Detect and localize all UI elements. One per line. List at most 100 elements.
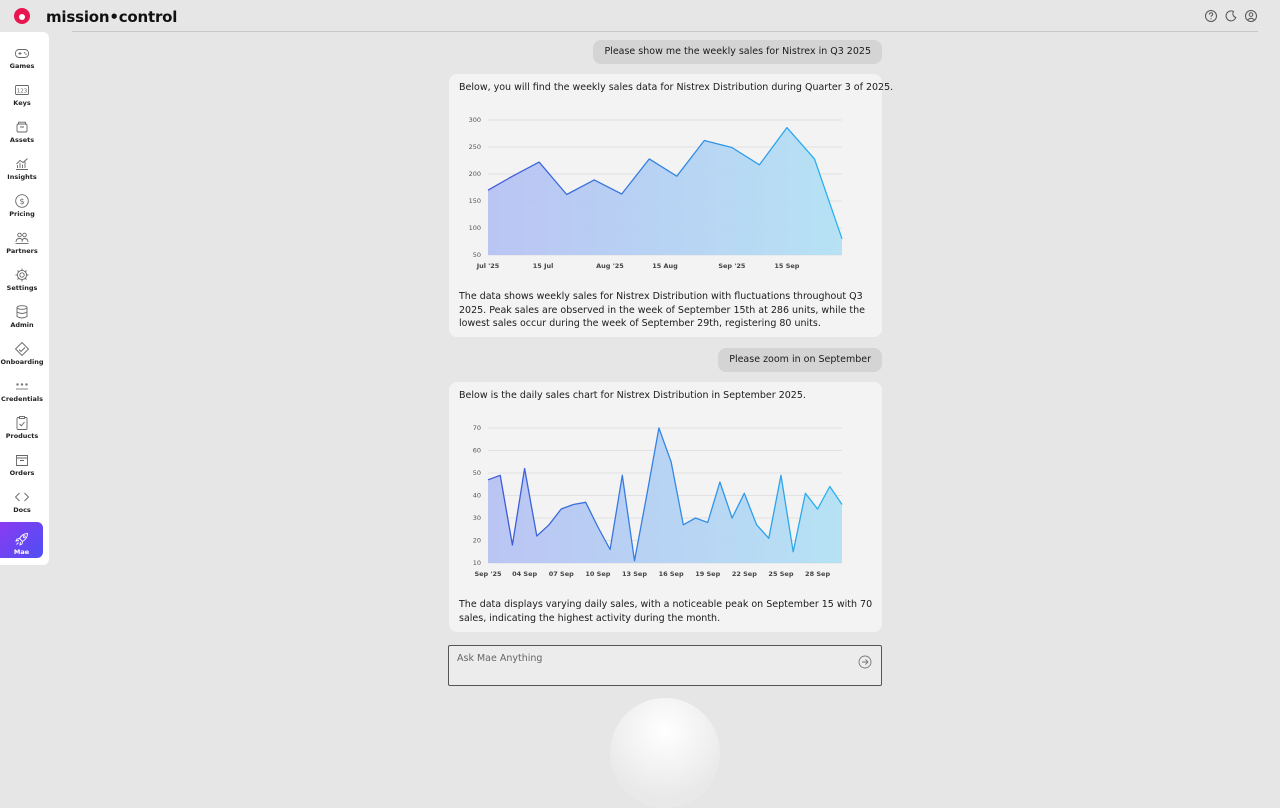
sidebar-item-label: Keys <box>13 99 31 107</box>
help-icon[interactable] <box>1204 9 1218 23</box>
y-tick-label: 10 <box>473 559 481 567</box>
x-tick-label: 16 Sep <box>659 570 684 578</box>
dots-icon <box>16 383 28 390</box>
data-point[interactable] <box>779 474 782 477</box>
data-point[interactable] <box>596 525 599 528</box>
sidebar-item-label: Admin <box>10 321 34 329</box>
data-point[interactable] <box>486 478 489 481</box>
data-point[interactable] <box>584 501 587 504</box>
data-point[interactable] <box>621 474 624 477</box>
data-point[interactable] <box>755 523 758 526</box>
data-point[interactable] <box>633 559 636 562</box>
data-point[interactable] <box>840 237 843 240</box>
data-point[interactable] <box>670 460 673 463</box>
x-tick-label: 19 Sep <box>695 570 720 578</box>
x-tick-label: 15 Sep <box>774 262 799 270</box>
daily-sales-chart: 70 60 50 40 30 20 10 Sep '25 04 Sep 07 Sep 10 Sep 1… <box>473 424 843 578</box>
top-bar: mission•control <box>0 0 1280 32</box>
data-point[interactable] <box>572 503 575 506</box>
data-point[interactable] <box>608 548 611 551</box>
data-point[interactable] <box>694 516 697 519</box>
sidebar-item-docs[interactable]: Docs <box>0 480 44 516</box>
sidebar-item-insights[interactable]: Insights <box>0 147 44 183</box>
sidebar-item-partners[interactable]: Partners <box>0 221 44 257</box>
data-point[interactable] <box>593 178 596 181</box>
data-point[interactable] <box>675 175 678 178</box>
data-point[interactable] <box>785 126 788 129</box>
data-point[interactable] <box>499 474 502 477</box>
x-tick-label: 10 Sep <box>585 570 610 578</box>
sidebar-item-onboarding[interactable]: Onboarding <box>0 332 44 368</box>
data-point[interactable] <box>560 507 563 510</box>
data-point[interactable] <box>758 163 761 166</box>
data-point[interactable] <box>730 146 733 149</box>
y-tick-label: 100 <box>469 224 481 232</box>
y-tick-label: 50 <box>473 469 481 477</box>
x-tick-label: 22 Sep <box>732 570 757 578</box>
data-point[interactable] <box>511 543 514 546</box>
sidebar-item-games[interactable]: Games <box>0 36 44 72</box>
sidebar-item-mae[interactable]: Mae <box>0 522 43 558</box>
dollar-icon: $ <box>15 194 29 208</box>
sidebar-item-label: Insights <box>7 173 37 181</box>
y-tick-label: 70 <box>473 424 481 432</box>
data-point[interactable] <box>840 503 843 506</box>
data-point[interactable] <box>816 507 819 510</box>
data-point[interactable] <box>620 192 623 195</box>
x-tick-label: 07 Sep <box>549 570 574 578</box>
data-point[interactable] <box>767 537 770 540</box>
top-icons <box>1204 9 1258 23</box>
x-tick-label: 04 Sep <box>512 570 537 578</box>
sidebar-item-products[interactable]: Products <box>0 406 44 442</box>
data-point[interactable] <box>731 516 734 519</box>
data-point[interactable] <box>703 139 706 142</box>
sidebar-item-settings[interactable]: Settings <box>0 258 44 294</box>
sidebar-item-label: Products <box>5 432 39 440</box>
gamepad-icon <box>15 49 29 58</box>
data-point[interactable] <box>648 157 651 160</box>
sidebar-item-label: Settings <box>6 284 38 292</box>
data-point[interactable] <box>743 492 746 495</box>
chat-input-box[interactable] <box>448 645 882 686</box>
data-point[interactable] <box>828 485 831 488</box>
cart-icon <box>16 455 28 466</box>
data-point[interactable] <box>565 193 568 196</box>
data-point[interactable] <box>792 550 795 553</box>
sidebar-item-admin[interactable]: Admin <box>0 295 44 331</box>
sidebar-item-pricing[interactable]: $ Pricing <box>0 184 44 220</box>
chat-input[interactable] <box>457 653 837 664</box>
data-point[interactable] <box>547 523 550 526</box>
send-icon[interactable] <box>858 655 872 669</box>
sidebar-item-orders[interactable]: Orders <box>0 443 44 479</box>
x-tick-label: 13 Sep <box>622 570 647 578</box>
rocket-icon <box>14 533 28 546</box>
sidebar-item-keys[interactable]: 123 Keys <box>0 73 44 109</box>
data-point[interactable] <box>804 492 807 495</box>
data-point[interactable] <box>645 494 648 497</box>
sidebar-item-credentials[interactable]: Credentials <box>0 369 44 405</box>
data-point[interactable] <box>682 523 685 526</box>
x-tick-label: 15 Jul <box>533 262 554 270</box>
app-logo[interactable]: mission•control <box>46 8 177 26</box>
x-tick-label: Jul '25 <box>476 262 500 270</box>
logo-mark-icon <box>14 8 30 24</box>
box-icon <box>16 121 28 133</box>
x-tick-label: Sep '25 <box>474 570 502 578</box>
data-point[interactable] <box>813 157 816 160</box>
data-point[interactable] <box>535 534 538 537</box>
data-point[interactable] <box>510 175 513 178</box>
x-tick-label: 15 Aug <box>652 262 678 270</box>
user-icon[interactable] <box>1244 9 1258 23</box>
sidebar-item-label: Onboarding <box>0 358 44 366</box>
data-point[interactable] <box>706 521 709 524</box>
data-point[interactable] <box>657 426 660 429</box>
data-point[interactable] <box>718 480 721 483</box>
clipboard-icon <box>16 416 28 430</box>
data-point[interactable] <box>538 161 541 164</box>
sidebar-item-assets[interactable]: Assets <box>0 110 44 146</box>
data-point[interactable] <box>486 189 489 192</box>
moon-icon[interactable] <box>1224 9 1238 23</box>
y-tick-label: 40 <box>473 492 481 500</box>
svg-text:$: $ <box>19 197 24 206</box>
data-point[interactable] <box>523 467 526 470</box>
